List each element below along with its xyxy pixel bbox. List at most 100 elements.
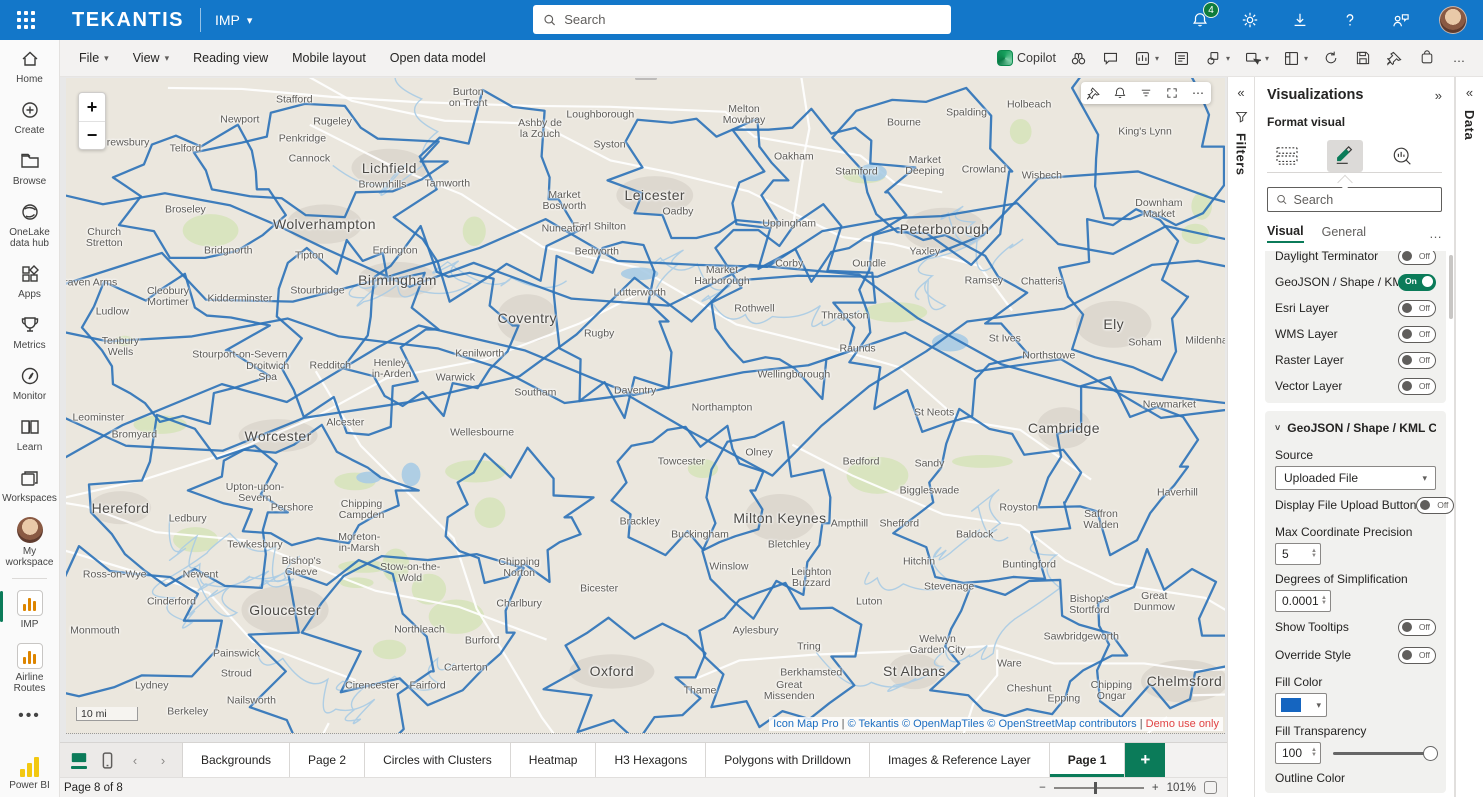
workspace-switcher[interactable]: IMP ▾ <box>215 12 252 28</box>
page-tab-backgrounds[interactable]: Backgrounds <box>183 743 290 777</box>
teams-share-button[interactable] <box>1413 45 1441 71</box>
expand-filters-icon[interactable]: « <box>1237 85 1244 100</box>
sidebar-item-home[interactable]: Home <box>0 40 59 91</box>
add-page-button[interactable]: + <box>1125 743 1165 777</box>
menu-item-file[interactable]: File▾ <box>70 45 118 71</box>
page-tab-circles-with-clusters[interactable]: Circles with Clusters <box>365 743 511 777</box>
geojson-config-header[interactable]: ˅ GeoJSON / Shape / KML Conf... <box>1275 415 1436 441</box>
pin-visual-button[interactable] <box>1081 82 1107 104</box>
menu-item-view[interactable]: View▾ <box>124 45 178 71</box>
layer-toggle[interactable]: Off <box>1398 378 1436 395</box>
format-search-input[interactable] <box>1294 193 1433 207</box>
map-zoom-in-button[interactable]: + <box>79 93 105 121</box>
collapse-pane-icon[interactable]: » <box>1435 88 1442 103</box>
spinner-arrows-icon[interactable]: ▲▼ <box>1321 596 1327 606</box>
sidebar-item-monitor[interactable]: Monitor <box>0 357 59 408</box>
download-button[interactable] <box>1289 9 1311 31</box>
comments-button[interactable] <box>1097 45 1125 71</box>
focus-mode-button[interactable] <box>1159 82 1185 104</box>
visual-gallery-button[interactable]: ▾ <box>1129 45 1164 71</box>
fields-tab-button[interactable] <box>1269 140 1305 172</box>
fill-transparency-input[interactable]: 100▲▼ <box>1275 742 1321 764</box>
attribution-text[interactable]: Icon Map Pro <box>773 718 838 730</box>
text-box-button[interactable] <box>1168 45 1196 71</box>
account-avatar[interactable] <box>1439 6 1467 34</box>
zoom-out-button[interactable]: − <box>1039 782 1046 794</box>
format-search[interactable] <box>1267 187 1442 212</box>
page-tab-polygons-with-drilldown[interactable]: Polygons with Drilldown <box>706 743 870 777</box>
zoom-slider[interactable] <box>1054 787 1144 789</box>
sidebar-item-browse[interactable]: Browse <box>0 142 59 193</box>
alerts-button[interactable] <box>1107 82 1133 104</box>
attribution-text[interactable]: © OpenStreetMap contributors <box>984 718 1136 730</box>
menu-item-mobile-layout[interactable]: Mobile layout <box>283 45 375 71</box>
save-button[interactable] <box>1349 45 1377 71</box>
sidebar-item-workspaces[interactable]: Workspaces <box>0 459 59 510</box>
tab-visual[interactable]: Visual <box>1267 224 1304 243</box>
settings-button[interactable] <box>1239 9 1261 31</box>
tab-general[interactable]: General <box>1322 225 1366 242</box>
data-pane-title[interactable]: Data <box>1462 110 1477 140</box>
sidebar-item-more[interactable]: ••• <box>0 700 59 731</box>
source-dropdown[interactable]: Uploaded File ▾ <box>1275 466 1436 490</box>
max-precision-input[interactable]: 5▲▼ <box>1275 543 1321 565</box>
page-tab-h3-hexagons[interactable]: H3 Hexagons <box>596 743 706 777</box>
attribution-text[interactable]: © Tekantis <box>848 718 899 730</box>
mobile-layout-button[interactable] <box>94 747 120 773</box>
layer-toggle[interactable]: Off <box>1398 326 1436 343</box>
zoom-slider-thumb[interactable] <box>1094 782 1097 794</box>
feedback-button[interactable] <box>1389 9 1411 31</box>
sidebar-item-metrics[interactable]: Metrics <box>0 306 59 357</box>
filters-pane-title[interactable]: Filters <box>1234 133 1249 176</box>
next-page-button[interactable]: › <box>150 747 176 773</box>
override-style-toggle[interactable]: Off <box>1398 647 1436 664</box>
format-tab-button[interactable] <box>1327 140 1363 172</box>
more-options-button[interactable]: … <box>1445 45 1473 71</box>
layer-toggle[interactable]: Off <box>1398 352 1436 369</box>
format-settings-scroll[interactable]: Daylight TerminatorOffGeoJSON / Shape / … <box>1255 251 1454 797</box>
sidebar-item-my-workspace[interactable]: My workspace <box>0 510 59 574</box>
page-tab-page-1[interactable]: Page 1 <box>1050 743 1126 777</box>
sidebar-item-onelake[interactable]: OneLake data hub <box>0 193 59 255</box>
map-visual[interactable]: StaffordBurton on TrentLoughboroughMelto… <box>66 78 1225 734</box>
visual-filters-button[interactable] <box>1133 82 1159 104</box>
page-tab-heatmap[interactable]: Heatmap <box>511 743 597 777</box>
waffle-menu-icon[interactable] <box>6 0 46 40</box>
sidebar-item-learn[interactable]: Learn <box>0 408 59 459</box>
search-input[interactable] <box>564 12 941 27</box>
copilot-button[interactable]: Copilot <box>992 45 1061 71</box>
map-zoom-out-button[interactable]: − <box>79 121 105 149</box>
fill-color-picker[interactable]: ▾ <box>1275 693 1327 717</box>
prev-page-button[interactable]: ‹ <box>122 747 148 773</box>
sidebar-item-apps[interactable]: Apps <box>0 255 59 306</box>
show-tooltips-toggle[interactable]: Off <box>1398 619 1436 636</box>
fit-to-page-button[interactable] <box>1204 781 1217 794</box>
spinner-arrows-icon[interactable]: ▲▼ <box>1311 549 1317 559</box>
format-more-options-icon[interactable]: … <box>1429 226 1442 241</box>
sidebar-item-create[interactable]: Create <box>0 91 59 142</box>
analytics-tab-button[interactable] <box>1385 140 1421 172</box>
expand-data-icon[interactable]: « <box>1466 85 1473 100</box>
web-layout-button[interactable] <box>66 747 92 773</box>
sidebar-item-imp[interactable]: IMP <box>0 583 59 636</box>
notifications-button[interactable]: 4 <box>1189 9 1211 31</box>
page-tab-images-reference-layer[interactable]: Images & Reference Layer <box>870 743 1050 777</box>
shapes-button[interactable]: ▾ <box>1200 45 1235 71</box>
sidebar-item-airline-routes[interactable]: Airline Routes <box>0 636 59 700</box>
spinner-arrows-icon[interactable]: ▲▼ <box>1311 748 1317 758</box>
help-button[interactable] <box>1339 9 1361 31</box>
buttons-button[interactable]: ▾ <box>1239 45 1274 71</box>
page-tab-page-2[interactable]: Page 2 <box>290 743 365 777</box>
layer-toggle[interactable]: On <box>1398 274 1436 291</box>
upload-button-toggle[interactable]: Off <box>1416 497 1454 514</box>
visual-more-options-button[interactable]: ⋯ <box>1185 82 1211 104</box>
explore-button[interactable] <box>1065 45 1093 71</box>
attribution-text[interactable]: © OpenMapTiles <box>899 718 984 730</box>
layer-toggle[interactable]: Off <box>1398 251 1436 265</box>
map-tiles[interactable] <box>66 78 1225 733</box>
new-page-button[interactable]: ▾ <box>1278 45 1313 71</box>
layer-toggle[interactable]: Off <box>1398 300 1436 317</box>
slider-knob[interactable] <box>1423 746 1438 761</box>
pin-button[interactable] <box>1381 45 1409 71</box>
simplification-input[interactable]: 0.0001▲▼ <box>1275 590 1331 612</box>
